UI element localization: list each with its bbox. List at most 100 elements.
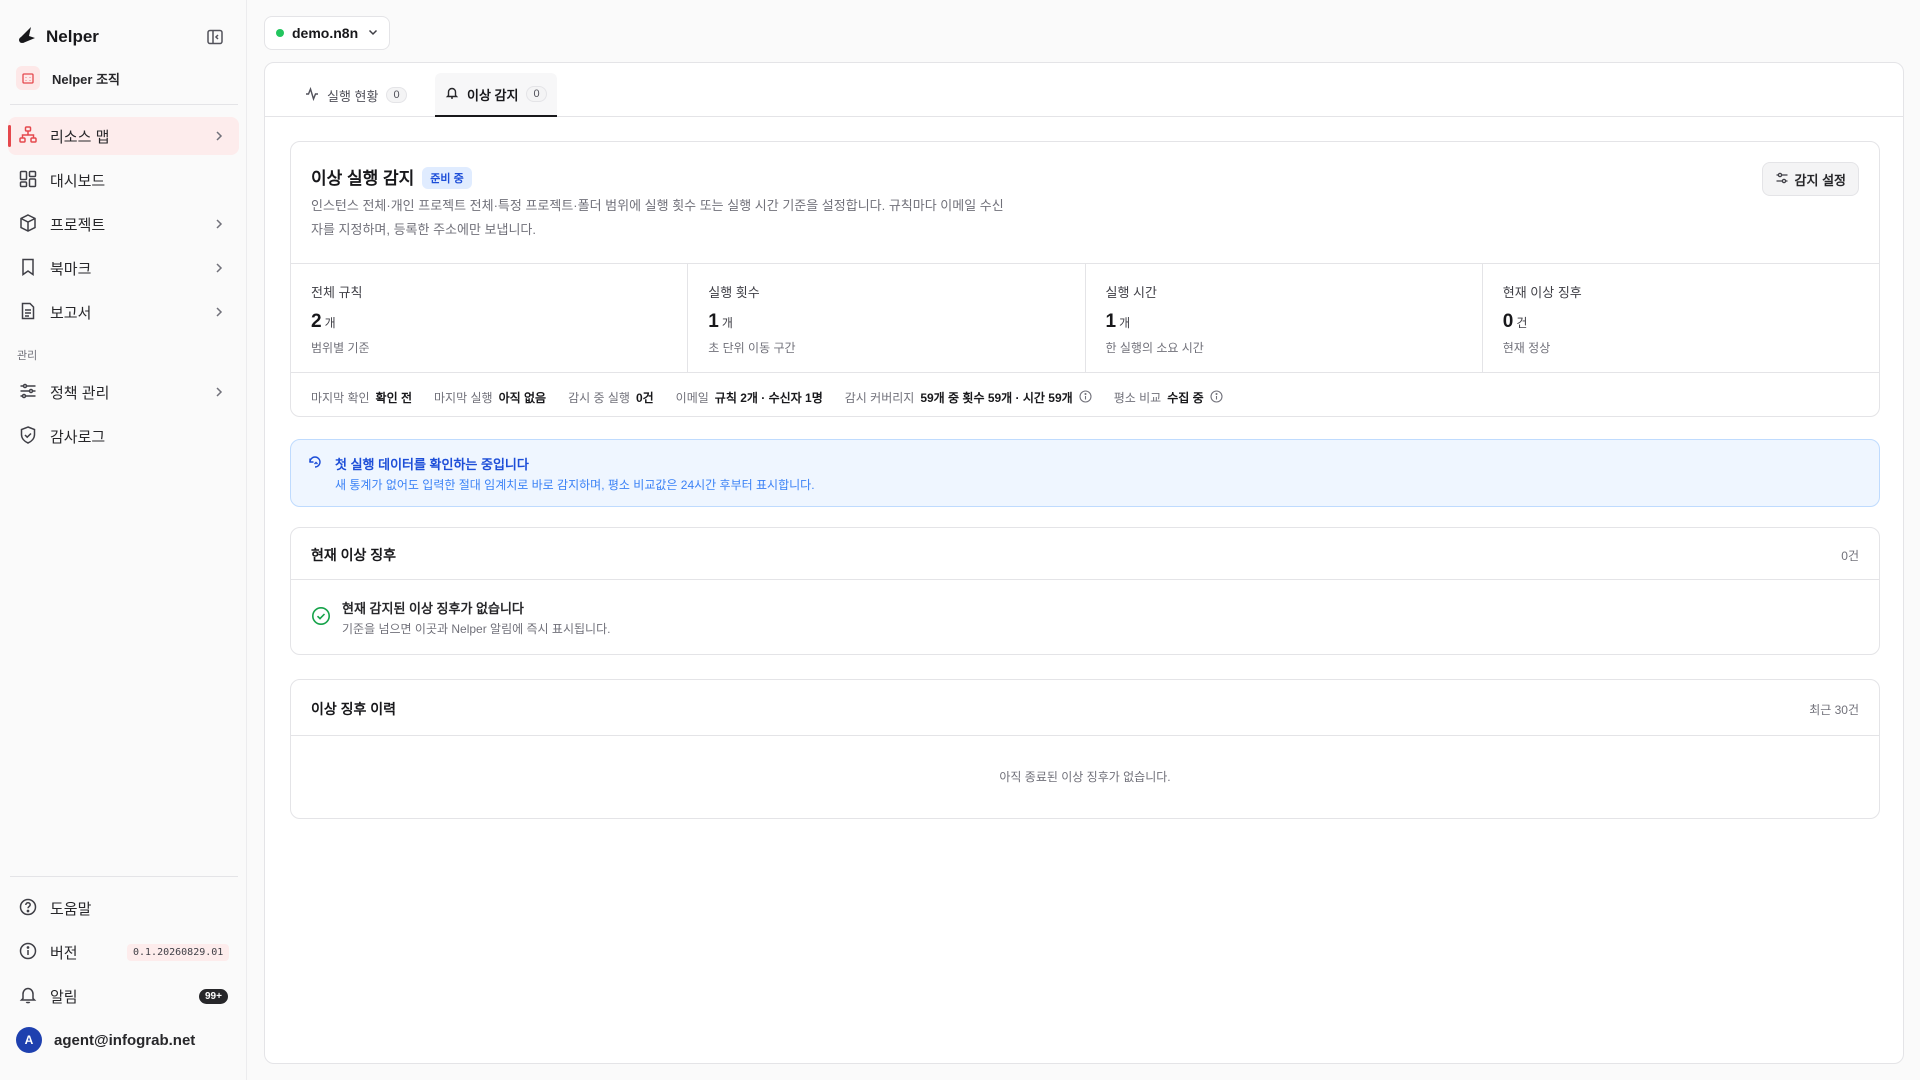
banner-description: 새 통계가 없어도 입력한 절대 임계치로 바로 감지하며, 평소 비교값은 2… [335, 478, 815, 492]
stat-label: 전체 규칙 [311, 285, 363, 300]
stat-value: 2개 [311, 311, 336, 332]
help-circle-icon [18, 897, 38, 920]
chevron-right-icon [211, 304, 227, 323]
meta-email: 이메일 규칙 2개 · 수신자 1명 [675, 391, 823, 405]
avatar: A [16, 1027, 42, 1053]
notifications-label: 알림 [50, 988, 78, 1006]
tab-execution-status[interactable]: 실행 현황 0 [295, 73, 417, 117]
nelper-logo-icon [16, 24, 38, 49]
history-range: 최근 30건 [1809, 703, 1859, 717]
current-anomalies-card: 현재 이상 징후 0건 현재 감지된 이상 징후가 없습니다 기준을 넘으면 이… [290, 527, 1880, 655]
sitemap-icon [18, 125, 38, 148]
section-title: 현재 이상 징후 [311, 547, 397, 563]
stat-execution-count: 실행 횟수 1개 초 단위 이동 구간 [688, 264, 1086, 372]
info-icon[interactable] [1079, 389, 1092, 406]
sidebar-item-label: 보고서 [50, 304, 92, 322]
stat-value: 1개 [708, 311, 733, 332]
sidebar-item-projects[interactable]: 프로젝트 [8, 205, 239, 243]
sidebar-item-resource-map[interactable]: 리소스 맵 [8, 117, 239, 155]
chevron-right-icon [211, 128, 227, 147]
meta-row: 마지막 확인 확인 전 마지막 실행 아직 없음 감시 중 실행 0건 이메일 규칙 2… [311, 389, 1223, 406]
stat-sub: 범위별 기준 [311, 341, 370, 355]
empty-description: 기준을 넘으면 이곳과 Nelper 알림에 즉시 표시됩니다. [342, 622, 611, 636]
user-menu[interactable]: A agent@infograb.net [8, 1021, 239, 1059]
sidebar-item-label: 프로젝트 [50, 216, 106, 234]
info-icon[interactable] [1210, 389, 1223, 406]
stat-value: 0건 [1502, 311, 1528, 332]
card-title: 이상 실행 감지 [311, 169, 415, 188]
building-icon [16, 66, 40, 90]
status-dot [276, 29, 284, 37]
detection-settings-button[interactable]: 감지 설정 [1761, 162, 1859, 196]
version-badge: 0.1.20260829.01 [127, 944, 230, 961]
sidebar-item-bookmarks[interactable]: 북마크 [8, 249, 239, 287]
org-name: Nelper 조직 [52, 71, 120, 87]
brand[interactable]: Nelper [16, 24, 99, 49]
meta-monitored-runs: 감시 중 실행 0건 [568, 391, 654, 405]
sidebar-item-policies[interactable]: 정책 관리 [8, 373, 239, 411]
sidebar-item-label: 감사로그 [50, 428, 106, 446]
section-header: 이상 징후 이력 최근 30건 [291, 680, 1879, 736]
history-empty-message: 아직 종료된 이상 징후가 없습니다. [999, 770, 1171, 784]
stats-row: 전체 규칙 2개 범위별 기준 실행 횟수 1개 초 단위 이동 구간 실행 시… [291, 263, 1879, 373]
app-name: Nelper [46, 26, 99, 46]
chevron-down-icon [366, 25, 380, 42]
sidebar-item-reports[interactable]: 보고서 [8, 293, 239, 331]
activity-icon [305, 86, 319, 104]
environment-selector[interactable]: demo.n8n [264, 16, 390, 50]
help-label: 도움말 [50, 900, 92, 918]
version-label: 버전 [50, 944, 78, 962]
anomaly-history-card: 이상 징후 이력 최근 30건 아직 종료된 이상 징후가 없습니다. [290, 679, 1880, 819]
chevron-right-icon [211, 384, 227, 403]
status-badge: 준비 중 [422, 167, 472, 189]
box-icon [18, 213, 38, 236]
tab-label: 이상 감지 [467, 87, 519, 103]
sidebar-item-label: 북마크 [50, 260, 92, 278]
bell-icon [18, 985, 38, 1008]
stat-label: 실행 횟수 [708, 285, 760, 300]
tab-bar: 실행 현황 0 이상 감지 0 [265, 63, 1903, 117]
user-email: agent@infograb.net [54, 1031, 196, 1049]
sidebar-item-label: 대시보드 [50, 172, 106, 190]
divider [10, 104, 238, 105]
bookmark-icon [18, 257, 38, 280]
sliders-icon [18, 381, 38, 404]
tab-label: 실행 현황 [327, 88, 379, 104]
sidebar-item-audit-log[interactable]: 감사로그 [8, 417, 239, 455]
stat-sub: 초 단위 이동 구간 [708, 341, 796, 355]
empty-title: 현재 감지된 이상 징후가 없습니다 [342, 601, 524, 616]
section-header: 현재 이상 징후 0건 [291, 528, 1879, 580]
tab-count: 0 [386, 87, 407, 103]
stat-total-rules: 전체 규칙 2개 범위별 기준 [291, 264, 689, 372]
anomaly-count: 0건 [1841, 549, 1859, 563]
chevron-right-icon [211, 216, 227, 235]
stat-label: 현재 이상 징후 [1502, 285, 1582, 300]
meta-last-check: 마지막 확인 확인 전 [311, 391, 413, 405]
sidebar-item-label: 정책 관리 [50, 384, 110, 402]
chevron-right-icon [211, 260, 227, 279]
stat-label: 실행 시간 [1105, 285, 1157, 300]
stat-sub: 한 실행의 소요 시간 [1105, 341, 1204, 355]
sidebar-item-label: 리소스 맵 [50, 128, 110, 146]
section-label-admin: 관리 [17, 350, 38, 362]
settings-button-label: 감지 설정 [1794, 172, 1846, 188]
settings-sliders-icon [1775, 171, 1789, 188]
org-switcher[interactable]: Nelper 조직 [16, 66, 120, 90]
collapse-sidebar-icon[interactable] [204, 26, 226, 48]
shield-check-icon [18, 425, 38, 448]
main-panel: 실행 현황 0 이상 감지 0 이상 실행 감지 준비 중 인스턴스 전체·개인 … [264, 62, 1904, 1064]
stat-execution-time: 실행 시간 1개 한 실행의 소요 시간 [1086, 264, 1483, 372]
card-description: 인스턴스 전체·개인 프로젝트 전체·특정 프로젝트·폴더 범위에 실행 횟수 … [311, 198, 1004, 237]
divider [10, 876, 238, 877]
card-header: 이상 실행 감지 준비 중 [311, 164, 472, 189]
sidebar-item-dashboard[interactable]: 대시보드 [8, 161, 239, 199]
info-banner: 첫 실행 데이터를 확인하는 중입니다 새 통계가 없어도 입력한 절대 임계치… [290, 439, 1880, 507]
environment-label: demo.n8n [292, 25, 359, 41]
section-title: 이상 징후 이력 [311, 701, 397, 717]
check-circle-icon [311, 606, 331, 629]
stat-current-anomalies: 현재 이상 징후 0건 현재 정상 [1483, 264, 1879, 372]
banner-title: 첫 실행 데이터를 확인하는 중입니다 [335, 457, 529, 472]
meta-coverage: 감시 커버리지 59개 중 횟수 59개 · 시간 59개 [845, 389, 1092, 406]
tab-anomaly-detection[interactable]: 이상 감지 0 [435, 73, 557, 117]
sidebar-item-help[interactable]: 도움말 [8, 889, 239, 927]
